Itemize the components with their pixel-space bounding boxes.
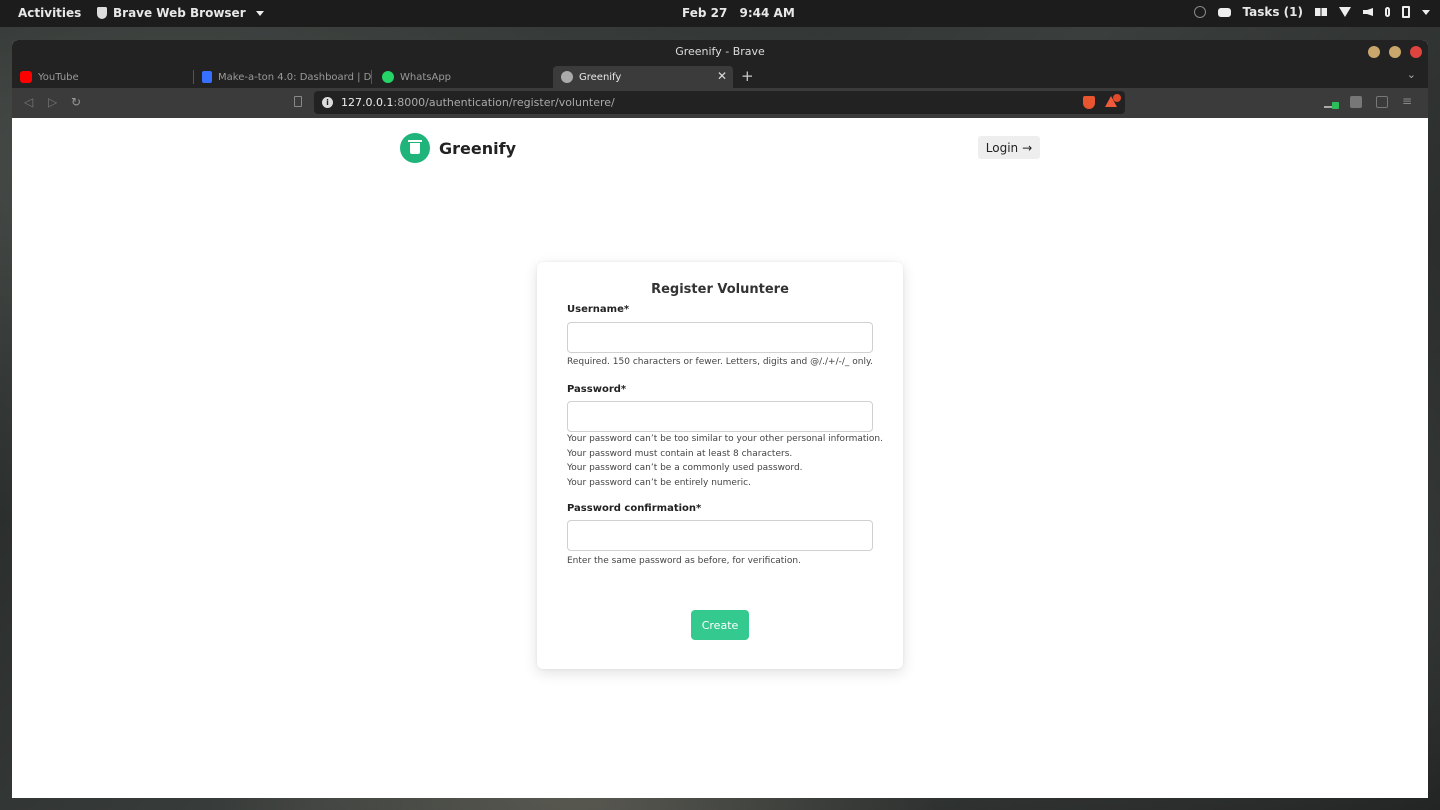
activities-button[interactable]: Activities — [18, 6, 81, 20]
create-button[interactable]: Create — [691, 610, 749, 640]
password-help-line: Your password can’t be entirely numeric. — [567, 477, 751, 488]
password-help-line: Your password can’t be a commonly used p… — [567, 463, 803, 473]
devfolio-icon — [202, 71, 212, 83]
site-info-icon[interactable]: i — [322, 97, 333, 108]
window-titlebar[interactable]: Greenify - Brave — [12, 40, 1428, 64]
web-page: Greenify Login → Register Voluntere User… — [12, 118, 1428, 798]
tab-youtube[interactable]: YouTube — [12, 66, 194, 88]
tab-greenify[interactable]: Greenify ✕ — [553, 66, 733, 88]
login-button[interactable]: Login → — [978, 136, 1040, 159]
password-input[interactable] — [567, 401, 873, 432]
discord-icon[interactable] — [1217, 7, 1231, 17]
menu-icon[interactable]: ≡ — [1402, 95, 1414, 108]
clock-time: 9:44 AM — [739, 6, 795, 20]
site-logo[interactable]: Greenify — [400, 133, 516, 163]
tab-label: YouTube — [38, 71, 79, 83]
tab-label: Make-a-ton 4.0: Dashboard | Devfolio — [218, 71, 372, 83]
tasks-indicator[interactable]: Tasks (1) — [1243, 5, 1304, 19]
volume-icon[interactable] — [1363, 8, 1373, 16]
url-path: :8000/authentication/register/voluntere/ — [393, 96, 615, 109]
app-menu[interactable]: Brave Web Browser — [97, 6, 264, 20]
brave-shields-icon[interactable] — [1083, 96, 1095, 109]
reload-button[interactable]: ↻ — [71, 95, 81, 109]
brand-name: Greenify — [439, 138, 516, 158]
globe-icon — [561, 71, 573, 83]
password-help-line: Your password can’t be too similar to yo… — [567, 434, 883, 444]
register-card: Register Voluntere Username* Required. 1… — [537, 262, 903, 669]
tab-label: Greenify — [579, 71, 622, 83]
username-help: Required. 150 characters or fewer. Lette… — [567, 357, 873, 367]
browser-window: Greenify - Brave YouTube Make-a-ton 4.0:… — [12, 40, 1428, 798]
clock-date: Feb 27 — [682, 6, 728, 20]
battery-icon[interactable] — [1402, 6, 1410, 18]
forward-button[interactable]: ▷ — [48, 95, 57, 109]
tab-whatsapp[interactable]: WhatsApp — [374, 66, 552, 88]
app-menu-label: Brave Web Browser — [113, 6, 246, 20]
form-title: Register Voluntere — [651, 282, 789, 297]
wallet-icon[interactable] — [1376, 96, 1388, 108]
new-tab-button[interactable]: + — [741, 67, 754, 85]
tab-list-chevron-icon[interactable]: ⌄ — [1407, 68, 1416, 81]
password-confirmation-help: Enter the same password as before, for v… — [567, 556, 801, 566]
system-tray: Tasks (1) — [1193, 5, 1430, 19]
close-window-button[interactable] — [1410, 46, 1422, 58]
minimize-button[interactable] — [1368, 46, 1380, 58]
password-confirmation-label: Password confirmation* — [567, 503, 702, 514]
tab-strip: YouTube Make-a-ton 4.0: Dashboard | Devf… — [12, 64, 1428, 88]
rewards-badge — [1113, 94, 1121, 102]
browser-toolbar: ◁ ▷ ↻ i 127.0.0.1 :8000/authentication/r… — [12, 88, 1428, 118]
system-top-bar: Activities Brave Web Browser Feb 27 9:44… — [0, 0, 1440, 27]
maximize-button[interactable] — [1389, 46, 1401, 58]
whatsapp-icon — [382, 71, 394, 83]
password-confirmation-input[interactable] — [567, 520, 873, 551]
address-bar[interactable]: i 127.0.0.1 :8000/authentication/registe… — [314, 91, 1125, 114]
wifi-icon[interactable] — [1339, 7, 1351, 17]
extension-icon[interactable] — [1324, 96, 1339, 109]
youtube-icon — [20, 71, 32, 83]
username-input[interactable] — [567, 322, 873, 353]
status-ring-icon[interactable] — [1193, 6, 1206, 18]
puzzle-extensions-icon[interactable] — [1350, 96, 1362, 108]
arrow-right-icon: → — [1022, 140, 1033, 155]
chevron-down-icon — [255, 10, 264, 16]
password-label: Password* — [567, 384, 627, 395]
close-tab-icon[interactable]: ✕ — [717, 69, 727, 83]
clock[interactable]: Feb 27 9:44 AM — [682, 6, 795, 20]
brave-shield-icon — [97, 7, 107, 19]
window-title: Greenify - Brave — [675, 45, 765, 58]
username-label: Username* — [567, 304, 630, 315]
microphone-icon[interactable] — [1385, 7, 1390, 17]
back-button[interactable]: ◁ — [24, 95, 33, 109]
trash-bin-icon — [400, 133, 430, 163]
layout-icon[interactable] — [1315, 8, 1327, 16]
login-label: Login — [985, 140, 1019, 155]
password-help: Your password can’t be too similar to yo… — [567, 432, 887, 490]
bookmark-icon[interactable] — [294, 96, 302, 107]
tab-devfolio[interactable]: Make-a-ton 4.0: Dashboard | Devfolio — [194, 66, 372, 88]
system-menu-chevron-icon[interactable] — [1422, 9, 1430, 15]
password-help-line: Your password must contain at least 8 ch… — [567, 448, 793, 459]
url-host: 127.0.0.1 — [341, 96, 394, 109]
tab-label: WhatsApp — [400, 71, 452, 83]
